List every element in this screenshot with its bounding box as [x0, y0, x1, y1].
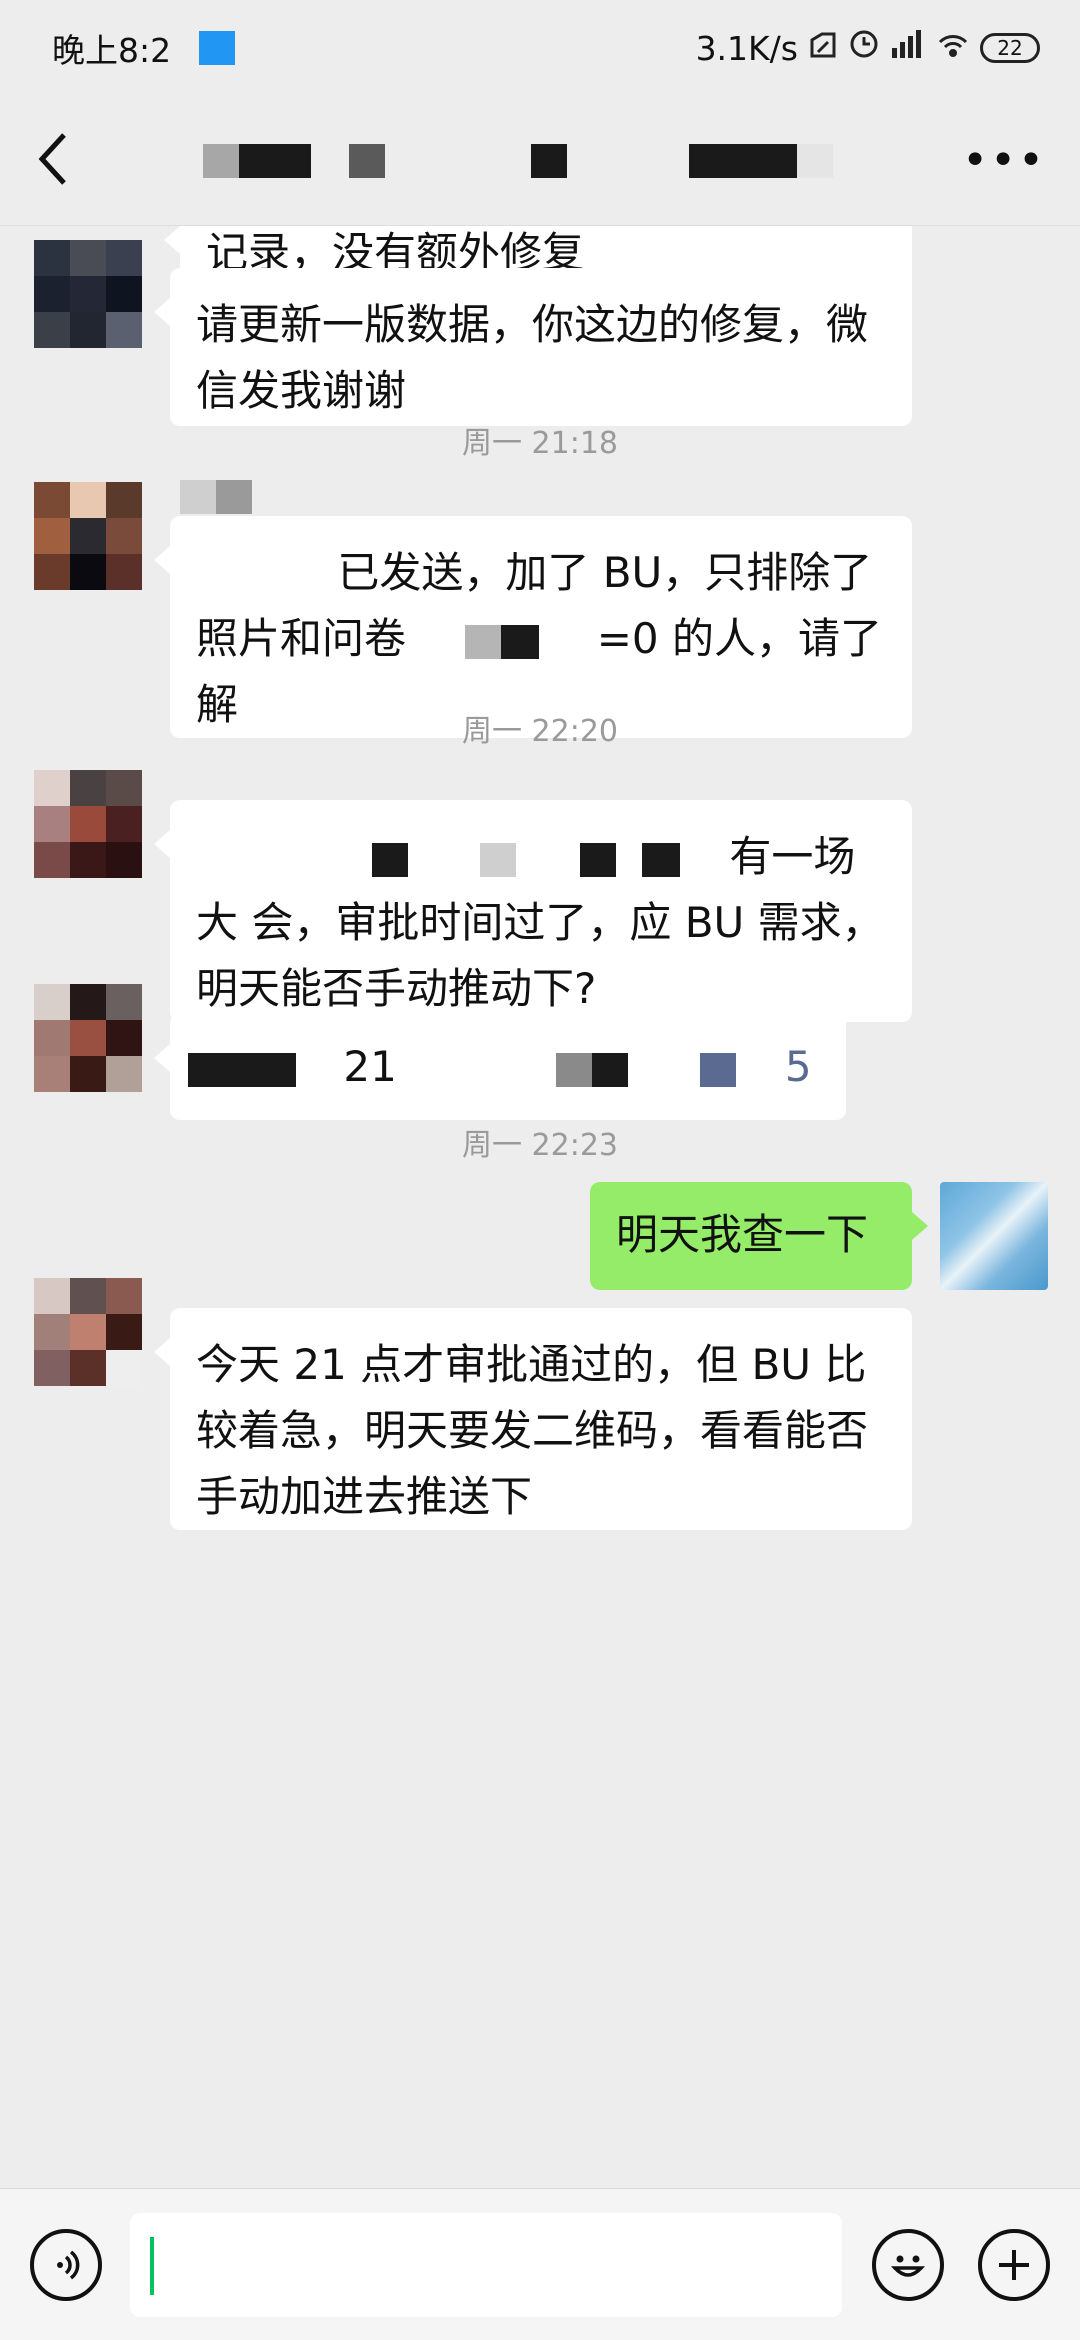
wifi-icon — [936, 28, 970, 68]
avatar[interactable] — [34, 1278, 142, 1386]
avatar[interactable] — [34, 240, 142, 348]
status-bar: 晚上8:2 3.1K/s 22 — [0, 0, 1080, 96]
message-bubble[interactable]: 有一场大 会，审批时间过了，应 BU 需求，明天能否手动推动下? — [154, 800, 912, 1022]
net-speed: 3.1K/s — [695, 28, 798, 68]
chat-header: ••• — [0, 96, 1080, 226]
status-time: 晚上8:2 — [52, 31, 172, 70]
redacted-text — [699, 1052, 736, 1087]
sender-name-redacted — [180, 480, 252, 514]
message-input[interactable] — [130, 2213, 842, 2317]
avatar[interactable] — [34, 482, 142, 590]
alarm-icon — [848, 28, 880, 68]
nfc-icon — [808, 29, 838, 68]
timestamp: 周一 22:20 — [462, 714, 618, 749]
timestamp: 周一 21:18 — [462, 426, 618, 461]
notification-icon — [199, 31, 236, 65]
redacted-text — [419, 624, 584, 659]
chat-area: 记录，没有额外修复 请更新一版数据，你这边的修复，微信发我谢谢 周一 21:18… — [0, 226, 1080, 2188]
avatar-self[interactable] — [940, 1182, 1048, 1290]
message-bubble[interactable]: 今天 21 点才审批通过的，但 BU 比较着急，明天要发二维码，看看能否手动加进… — [154, 1308, 912, 1530]
plus-icon[interactable] — [978, 2229, 1050, 2301]
back-arrow-icon[interactable] — [34, 129, 74, 193]
avatar[interactable] — [34, 770, 142, 878]
chat-title-redacted — [203, 143, 834, 178]
timestamp: 周一 22:23 — [462, 1128, 618, 1163]
avatar[interactable] — [34, 984, 142, 1092]
redacted-text — [196, 842, 716, 877]
input-bar — [0, 2188, 1080, 2340]
emoji-icon[interactable] — [872, 2229, 944, 2301]
message-bubble-self[interactable]: 明天我查一下 — [590, 1182, 928, 1290]
message-bubble[interactable]: 请更新一版数据，你这边的修复，微信发我谢谢 — [154, 268, 912, 426]
signal-icon — [890, 28, 926, 68]
voice-icon[interactable] — [30, 2229, 102, 2301]
battery-icon: 22 — [980, 33, 1040, 63]
text-cursor — [150, 2237, 154, 2295]
message-bubble[interactable]: 已发送，加了 BU，只排除了 照片和问卷 =0 的人，请了解 — [154, 516, 912, 738]
redacted-text — [188, 1052, 296, 1087]
message-bubble[interactable]: 21 5 — [154, 1014, 846, 1120]
more-icon[interactable]: ••• — [962, 138, 1046, 183]
